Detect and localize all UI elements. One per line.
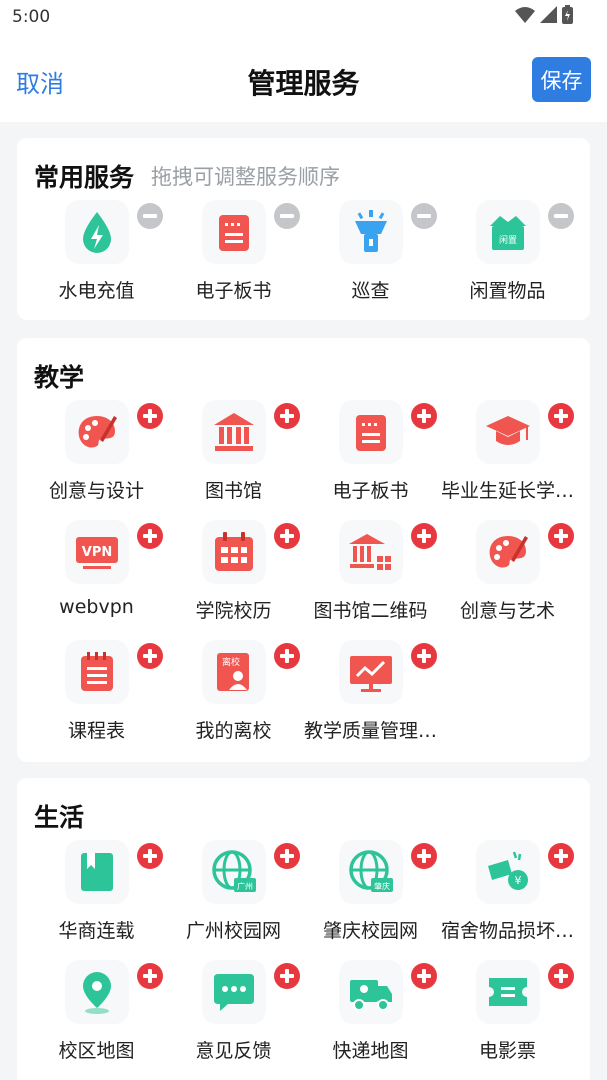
- svg-text:¥: ¥: [515, 874, 522, 887]
- life-item-campus-map[interactable]: 校区地图: [28, 960, 165, 1070]
- nav-bar: 取消 管理服务 保存: [0, 34, 607, 122]
- remove-badge-icon[interactable]: [411, 203, 437, 229]
- remove-badge-icon[interactable]: [137, 203, 163, 229]
- svg-text:广州: 广州: [237, 881, 253, 891]
- teaching-item-my-leave-school[interactable]: 离校 我的离校: [165, 640, 302, 750]
- status-time: 5:00: [12, 7, 51, 27]
- board-icon: [219, 215, 249, 251]
- damage-coin-icon: ¥: [488, 851, 528, 890]
- add-badge-icon[interactable]: [137, 523, 163, 549]
- board-icon: [356, 415, 386, 451]
- add-badge-icon[interactable]: [274, 843, 300, 869]
- life-item-huashang-serial[interactable]: 华商连载: [28, 840, 165, 950]
- teaching-item-creative-art[interactable]: 创意与艺术: [439, 520, 576, 630]
- teaching-item-library-qrcode[interactable]: 图书馆二维码: [302, 520, 439, 630]
- common-item-patrol[interactable]: 巡查: [302, 200, 439, 310]
- teaching-item-school-calendar[interactable]: 学院校历: [165, 520, 302, 630]
- life-card: 生活 华商连载 广州 广州校园网 肇庆 肇庆校园网 ¥ 宿舍物品损坏… 校区地图: [17, 778, 590, 1080]
- wifi-icon: [515, 6, 535, 23]
- life-item-zhaoqing-campus-net[interactable]: 肇庆 肇庆校园网: [302, 840, 439, 950]
- add-badge-icon[interactable]: [274, 523, 300, 549]
- svg-text:闲置: 闲置: [499, 235, 517, 246]
- vpn-icon: VPN: [76, 537, 118, 569]
- bookmark-icon: [81, 853, 113, 891]
- add-badge-icon[interactable]: [411, 403, 437, 429]
- life-item-movie-ticket[interactable]: 电影票: [439, 960, 576, 1070]
- remove-badge-icon[interactable]: [274, 203, 300, 229]
- cellular-signal-icon: [540, 6, 557, 23]
- add-badge-icon[interactable]: [137, 643, 163, 669]
- water-drop-icon: [83, 212, 111, 253]
- calendar-icon: [215, 532, 253, 571]
- add-badge-icon[interactable]: [137, 843, 163, 869]
- add-badge-icon[interactable]: [137, 963, 163, 989]
- teaching-title: 教学: [34, 363, 85, 392]
- battery-icon: [562, 5, 573, 24]
- common-services-title: 常用服务: [34, 163, 135, 192]
- life-item-express-map[interactable]: 快递地图: [302, 960, 439, 1070]
- save-button[interactable]: 保存: [532, 57, 591, 102]
- add-badge-icon[interactable]: [548, 963, 574, 989]
- patrol-light-icon: [355, 210, 387, 252]
- add-badge-icon[interactable]: [411, 843, 437, 869]
- life-item-guangzhou-campus-net[interactable]: 广州 广州校园网: [165, 840, 302, 950]
- add-badge-icon[interactable]: [548, 523, 574, 549]
- movie-ticket-icon: [489, 978, 527, 1006]
- teaching-item-graduate-extension[interactable]: 毕业生延长学…: [439, 400, 576, 510]
- timetable-icon: [81, 652, 113, 691]
- add-badge-icon[interactable]: [548, 843, 574, 869]
- remove-badge-icon[interactable]: [548, 203, 574, 229]
- teaching-item-teaching-quality[interactable]: 教学质量管理…: [302, 640, 439, 750]
- svg-text:离校: 离校: [222, 656, 240, 668]
- add-badge-icon[interactable]: [274, 643, 300, 669]
- teaching-item-library[interactable]: 图书馆: [165, 400, 302, 510]
- leave-school-icon: 离校: [217, 653, 249, 691]
- teaching-item-timetable[interactable]: 课程表: [28, 640, 165, 750]
- palette-icon: [489, 536, 528, 568]
- add-badge-icon[interactable]: [548, 403, 574, 429]
- teaching-item-e-board[interactable]: 电子板书: [302, 400, 439, 510]
- globe-guangzhou-icon: 广州: [212, 850, 256, 892]
- add-badge-icon[interactable]: [411, 523, 437, 549]
- teaching-card: 教学 创意与设计 图书馆 电子板书 毕业生延长学… VPN webvpn 学院校…: [17, 338, 590, 762]
- map-pin-icon: [83, 972, 111, 1014]
- add-badge-icon[interactable]: [411, 643, 437, 669]
- add-badge-icon[interactable]: [274, 403, 300, 429]
- add-badge-icon[interactable]: [411, 963, 437, 989]
- globe-zhaoqing-icon: 肇庆: [349, 850, 393, 892]
- svg-text:VPN: VPN: [82, 545, 112, 560]
- common-item-water-electric[interactable]: 水电充值: [28, 200, 165, 310]
- status-bar: 5:00: [0, 0, 607, 34]
- palette-icon: [78, 416, 117, 448]
- teaching-item-creative-design[interactable]: 创意与设计: [28, 400, 165, 510]
- drag-hint: 拖拽可调整服务顺序: [151, 165, 340, 189]
- library-icon: [214, 413, 254, 451]
- idle-box-icon: 闲置: [490, 216, 526, 250]
- add-badge-icon[interactable]: [274, 963, 300, 989]
- teaching-item-webvpn[interactable]: VPN webvpn: [28, 520, 165, 630]
- page-title: 管理服务: [247, 67, 360, 100]
- feedback-chat-icon: [214, 974, 254, 1011]
- svg-text:肇庆: 肇庆: [374, 881, 390, 891]
- common-item-e-board[interactable]: 电子板书: [165, 200, 302, 310]
- quality-chart-icon: [350, 656, 392, 692]
- life-item-feedback[interactable]: 意见反馈: [165, 960, 302, 1070]
- life-item-dorm-damage[interactable]: ¥ 宿舍物品损坏…: [439, 840, 576, 950]
- common-item-idle-goods[interactable]: 闲置 闲置物品: [439, 200, 576, 310]
- graduation-cap-icon: [486, 416, 530, 445]
- library-qr-icon: [349, 534, 391, 570]
- common-services-card: 常用服务 拖拽可调整服务顺序 水电充值 电子板书 巡查 闲置 闲置物品: [17, 138, 590, 320]
- delivery-truck-icon: [350, 980, 392, 1011]
- life-title: 生活: [34, 803, 85, 832]
- add-badge-icon[interactable]: [137, 403, 163, 429]
